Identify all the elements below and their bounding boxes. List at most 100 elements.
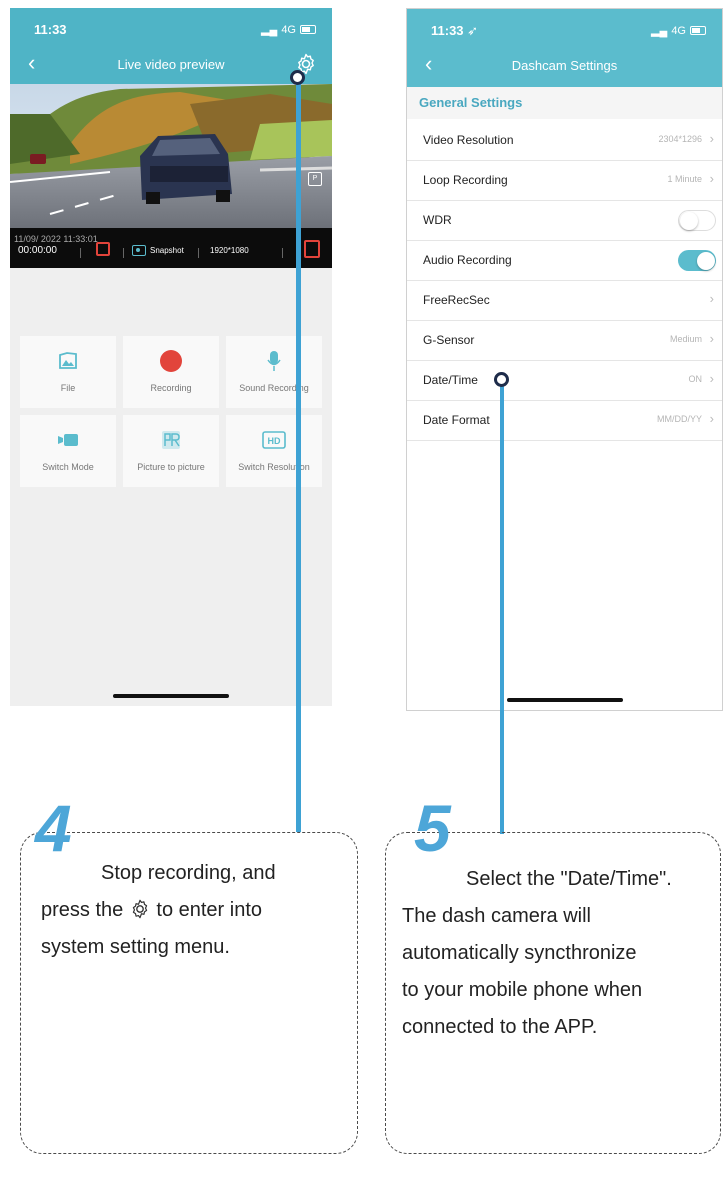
divider: [80, 248, 81, 258]
pip-icon: [162, 431, 180, 449]
row-value: 2304*1296: [658, 134, 702, 144]
chevron-right-icon: ›: [709, 291, 714, 306]
step-text-line: Stop recording, and: [101, 862, 276, 884]
step-text-line: Select the "Date/Time".: [466, 868, 672, 890]
row-audio-recording: Audio Recording: [407, 241, 722, 281]
tile-file[interactable]: File: [20, 336, 116, 408]
step-text-line: The dash camera will: [402, 905, 591, 927]
row-freerecsec[interactable]: FreeRecSec ›: [407, 281, 722, 321]
road-scene-image: [10, 84, 332, 228]
row-label: Loop Recording: [423, 173, 508, 187]
overlay-toggle-icon[interactable]: P: [308, 172, 322, 186]
chevron-right-icon: ›: [709, 171, 714, 186]
tile-picture-to-picture[interactable]: Picture to picture: [123, 415, 219, 487]
svg-text:HD: HD: [268, 436, 281, 446]
audio-recording-toggle[interactable]: [678, 250, 716, 271]
step-4-callout: 4 Stop recording, and press the to enter…: [20, 795, 358, 1154]
phone-live-preview-screen: 11:33 ▂▄ 4G ‹ Live video preview P 11/09…: [10, 8, 332, 706]
nav-bar: ‹ Dashcam Settings: [407, 45, 722, 85]
nav-title: Dashcam Settings: [511, 58, 618, 73]
wdr-toggle[interactable]: [678, 210, 716, 231]
row-label: Date Format: [423, 413, 490, 427]
divider: [282, 248, 283, 258]
record-icon: [160, 350, 182, 372]
tile-switch-resolution[interactable]: HD Switch Resolution: [226, 415, 322, 487]
settings-list: Video Resolution 2304*1296 › Loop Record…: [407, 121, 722, 441]
status-bar: 11:33 ➶ ▂▄ 4G: [407, 9, 722, 45]
tile-label: Switch Resolution: [238, 462, 310, 472]
fullscreen-icon[interactable]: [304, 240, 320, 258]
resolution-label: 1920*1080: [210, 246, 249, 255]
network-indicator: ▂▄ 4G: [261, 23, 316, 36]
tile-label: Sound Recording: [239, 383, 309, 393]
step-text-line: system setting menu.: [41, 936, 230, 958]
tile-label: File: [60, 383, 76, 393]
signal-icon: ▂▄: [651, 25, 668, 37]
row-value: MM/DD/YY: [657, 414, 702, 424]
callout-line-step-5: [500, 382, 504, 834]
video-timestamp: 11/09/ 2022 11:33:01: [14, 234, 98, 244]
nav-title: Live video preview: [117, 57, 225, 72]
elapsed-time: 00:00:00: [18, 245, 57, 256]
row-label: FreeRecSec: [423, 293, 490, 307]
suv-car: [140, 134, 232, 204]
row-value: ON: [688, 374, 703, 384]
signal-icon: ▂▄: [261, 24, 278, 36]
record-status-icon[interactable]: [96, 242, 110, 256]
step-text-line: connected to the APP.: [402, 1016, 598, 1038]
row-date-time[interactable]: Date/Time ON ›: [407, 361, 722, 401]
step-text-line: press the to enter into: [41, 899, 263, 921]
row-label: Video Resolution: [423, 133, 514, 147]
home-indicator[interactable]: [113, 694, 229, 698]
switch-mode-icon: [58, 434, 78, 446]
row-value: 1 Minute: [667, 174, 702, 184]
chevron-right-icon: ›: [709, 331, 714, 346]
row-date-format[interactable]: Date Format MM/DD/YY ›: [407, 401, 722, 441]
callout-dot-gear: [290, 70, 305, 85]
gear-icon: [132, 899, 148, 919]
microphone-icon: [267, 351, 281, 371]
tile-label: Recording: [150, 383, 192, 393]
step-text-line: to your mobile phone when: [402, 979, 643, 1001]
tile-switch-mode[interactable]: Switch Mode: [20, 415, 116, 487]
file-icon: [59, 352, 77, 369]
row-label: Date/Time: [423, 373, 478, 387]
nav-bar: ‹ Live video preview: [10, 44, 332, 84]
row-label: WDR: [423, 213, 452, 227]
row-video-resolution[interactable]: Video Resolution 2304*1296 ›: [407, 121, 722, 161]
video-control-bar: 11/09/ 2022 11:33:01 00:00:00 Snapshot 1…: [10, 228, 332, 268]
row-loop-recording[interactable]: Loop Recording 1 Minute ›: [407, 161, 722, 201]
chevron-right-icon: ›: [709, 131, 714, 146]
battery-icon: [690, 26, 706, 35]
step-number: 5: [414, 791, 451, 865]
row-value: Medium: [669, 334, 702, 344]
hd-icon: HD: [262, 431, 286, 449]
row-label: Audio Recording: [423, 253, 512, 267]
live-video-feed[interactable]: P: [10, 84, 332, 228]
row-g-sensor[interactable]: G-Sensor Medium ›: [407, 321, 722, 361]
section-header: General Settings: [407, 87, 722, 119]
divider: [198, 248, 199, 258]
tile-sound-recording[interactable]: Sound Recording: [226, 336, 322, 408]
tile-recording[interactable]: Recording: [123, 336, 219, 408]
tile-label: Switch Mode: [42, 462, 94, 472]
row-label: G-Sensor: [423, 333, 475, 347]
status-time: 11:33: [34, 22, 67, 37]
step-5-callout: 5 Select the "Date/Time". The dash camer…: [385, 795, 721, 1154]
snapshot-label: Snapshot: [150, 246, 184, 255]
step-number: 4: [35, 791, 72, 865]
network-label: 4G: [281, 23, 296, 36]
snapshot-button[interactable]: Snapshot: [132, 245, 184, 256]
row-wdr: WDR: [407, 201, 722, 241]
divider: [123, 248, 124, 258]
battery-icon: [300, 25, 316, 34]
callout-dot-date-time: [494, 372, 509, 387]
chevron-right-icon: ›: [709, 371, 714, 386]
network-label: 4G: [671, 24, 686, 37]
callout-line-step-4: [296, 80, 301, 832]
function-grid: File Recording Sound Recording Switch Mo…: [20, 336, 322, 487]
network-indicator: ▂▄ 4G: [651, 24, 706, 37]
home-indicator[interactable]: [506, 698, 623, 702]
status-time: 11:33 ➶: [431, 23, 479, 38]
step-text-line: automatically syncthronize: [402, 942, 637, 964]
